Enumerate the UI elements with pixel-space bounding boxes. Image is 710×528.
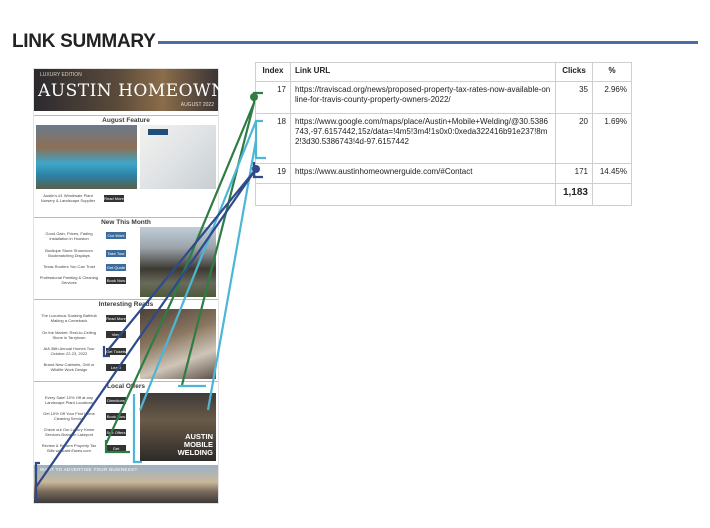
advertise-text: WANT TO ADVERTISE YOUR BUSINESS? — [40, 467, 138, 472]
row-index: 19 — [255, 163, 291, 184]
header-clicks: Clicks — [555, 62, 593, 82]
section-new-this-month: New This Month — [34, 217, 218, 226]
title-rule — [158, 41, 698, 44]
welding-ad-text: AUSTIN MOBILE WELDING — [177, 432, 213, 457]
table-row: 19 https://www.austinhomeownerguide.com/… — [255, 163, 632, 184]
row-clicks: 35 — [555, 81, 593, 114]
read-button-1[interactable]: Read More — [106, 315, 126, 322]
row-url[interactable]: https://www.google.com/maps/place/Austin… — [290, 113, 556, 164]
row-index: 17 — [255, 81, 291, 114]
new-item-2: Boutique Stone Showroom Bookmatching Dis… — [45, 248, 93, 258]
total-url-cell — [290, 183, 556, 206]
new-button-1[interactable]: Our Work — [106, 232, 126, 239]
new-button-4[interactable]: Book Now — [106, 277, 126, 284]
banner-edition: LUXURY EDITION — [40, 72, 82, 78]
offer-button-4[interactable]: Get Started — [106, 445, 126, 458]
new-button-2[interactable]: Take Tour — [106, 250, 126, 257]
row-url[interactable]: https://www.austinhomeownerguide.com/#Co… — [290, 163, 556, 184]
offer-button-3[interactable]: See Offers — [106, 429, 126, 436]
table-total-row: 1,183 — [255, 183, 632, 206]
total-percent-cell — [592, 183, 632, 206]
total-clicks: 1,183 — [555, 183, 593, 206]
offer-item-1: Every Sale! 10% Off at any Landscape Pla… — [44, 395, 94, 405]
offer-item-3: Check out Our Luxury Home Services Brand… — [43, 427, 95, 437]
newsletter-brand: AUSTIN HOMEOWNER — [38, 81, 253, 101]
new-item-4: Professional Painting & Cleaning Service… — [39, 275, 99, 285]
offer-item-4: Review & Reform Property Tax Bills w/ Au… — [41, 443, 97, 453]
bathroom-image — [140, 125, 216, 189]
newsletter-thumbnail: LUXURY EDITION AUSTIN HOMEOWNER AUGUST 2… — [33, 68, 252, 504]
header-percent: % — [592, 62, 632, 82]
section-august-feature: August Feature — [34, 115, 218, 124]
row-percent: 2.96% — [592, 81, 632, 114]
feature-caption: Austin's #1 Wholesale Plant Nursery & La… — [40, 193, 96, 203]
row-index: 18 — [255, 113, 291, 164]
row-clicks: 171 — [555, 163, 593, 184]
link-table: Index Link URL Clicks % 17 https://travi… — [255, 62, 632, 206]
table-row: 18 https://www.google.com/maps/place/Aus… — [255, 113, 632, 164]
interior-image — [140, 309, 216, 379]
header-index: Index — [255, 62, 291, 82]
read-item-2: On the Market: Rest-to-Ceiling Stone in … — [41, 330, 97, 340]
offer-button-2[interactable]: Book Now — [106, 413, 126, 420]
table-row: 17 https://traviscad.org/news/proposed-p… — [255, 81, 632, 114]
welding-ad-image: AUSTIN MOBILE WELDING — [140, 393, 216, 461]
table-header-row: Index Link URL Clicks % — [255, 62, 632, 82]
read-item-4: Brand New Cabinets, Grill or Wildlife Wo… — [43, 362, 95, 372]
read-button-4[interactable]: Learn More — [106, 364, 126, 377]
banner-date: AUGUST 2022 — [180, 102, 214, 108]
offer-item-2: Get 15% Off Your First Home Cleaning Ser… — [43, 411, 95, 421]
newsletter-banner: LUXURY EDITION AUSTIN HOMEOWNER AUGUST 2… — [34, 69, 252, 111]
row-url[interactable]: https://traviscad.org/news/proposed-prop… — [290, 81, 556, 114]
remodel-tag — [148, 129, 168, 135]
row-clicks: 20 — [555, 113, 593, 164]
feature-read-more-button[interactable]: Read More — [104, 195, 124, 202]
page-title: LINK SUMMARY — [12, 31, 156, 52]
offer-button-1[interactable]: Directions — [106, 397, 126, 404]
pool-image — [36, 125, 137, 189]
read-item-1: The Luxurious Soaking Bathtub Making a C… — [41, 313, 97, 323]
section-interesting-reads: Interesting Reads — [34, 299, 218, 308]
section-local-offers: Local Offers — [34, 381, 218, 390]
new-button-3[interactable]: Get Quote — [106, 264, 126, 271]
row-percent: 14.45% — [592, 163, 632, 184]
new-item-1: Good Gain, Prices, Fading Installation i… — [45, 231, 93, 241]
total-index-cell — [255, 183, 291, 206]
read-item-3: AIA 36th Annual Homes Tour October 22-23… — [43, 346, 95, 356]
row-percent: 1.69% — [592, 113, 632, 164]
new-item-3: Texas Roofers You Can Trust — [43, 264, 95, 269]
header-link-url: Link URL — [290, 62, 556, 82]
skyline-banner: WANT TO ADVERTISE YOUR BUSINESS? — [34, 465, 218, 503]
read-button-3[interactable]: Get Tickets — [106, 348, 126, 355]
read-button-2[interactable]: View Home — [106, 331, 126, 344]
house-image — [140, 227, 216, 297]
